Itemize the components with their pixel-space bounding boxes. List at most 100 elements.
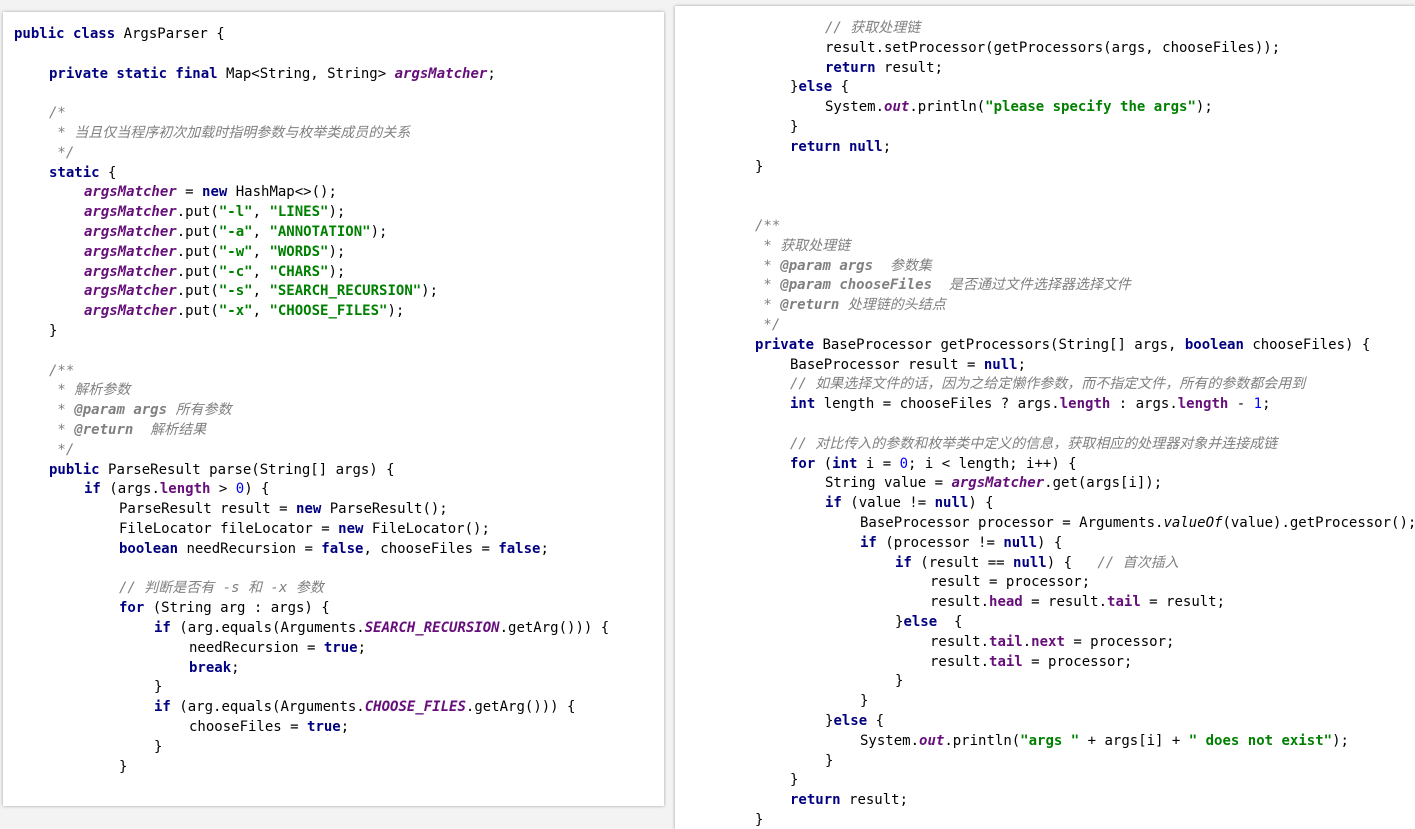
code-token: out [919,732,945,749]
code-token: @param [780,257,840,274]
code-line: */ [49,143,74,163]
code-token: needRecursion = [189,639,324,656]
code-token: } [790,119,799,135]
code-line: return null; [790,137,891,157]
code-token: new [296,501,330,518]
code-token: } [154,738,163,755]
code-token: "please specify the args" [985,99,1196,116]
code-token: ); [387,303,405,320]
code-line: argsMatcher.put("-a", "ANNOTATION"); [84,222,387,242]
code-line: BaseProcessor processor = Arguments.valu… [860,513,1415,533]
code-token: > [210,481,236,498]
code-token: ; [231,659,240,676]
code-line: } [895,671,903,691]
code-token: /** [49,362,75,379]
code-line: private BaseProcessor getProcessors(Stri… [755,335,1370,355]
code-token: .put( [176,263,219,280]
code-token: ; [882,138,892,155]
code-token: int [832,455,866,472]
code-line: /** [49,361,74,381]
code-line: // 对比传入的参数和枚举类中定义的信息，获取相应的处理器对象并连接成链 [790,434,1277,454]
code-token: "WORDS" [269,243,329,260]
code-token: * [755,297,781,314]
code-token: * [49,422,75,438]
code-token: out [884,99,910,116]
code-token: args [133,402,168,419]
code-token: , [252,283,270,300]
code-token: * [755,277,781,294]
code-token: if [895,554,921,571]
code-token: " does not exist" [1188,732,1333,749]
code-token: needRecursion = [186,540,322,557]
code-line: } [790,117,798,137]
code-line: // 判断是否有 -s 和 -x 参数 [119,578,324,598]
code-token: "CHARS" [269,263,329,280]
code-token: if [154,620,180,636]
code-token: argsMatcher [84,224,177,240]
code-token: next [1031,633,1065,650]
code-token: null [983,356,1018,373]
code-token: ); [328,263,346,280]
code-line: for (int i = 0; i < length; i++) { [790,454,1077,474]
code-line: * @param args 参数集 [755,256,932,276]
code-token: return null [790,138,883,155]
code-token: argsMatcher [394,65,488,82]
code-line: * @param chooseFiles 是否通过文件选择器选择文件 [755,275,1130,295]
code-token: "-l" [218,204,253,221]
code-token: "LINES" [269,204,329,221]
code-line: } [154,737,162,757]
code-token: args [839,257,874,274]
code-token: true [307,719,341,735]
code-token: String value = [825,475,952,492]
code-token: length [1059,396,1111,413]
code-token: 参数集 [873,257,932,274]
code-line: * @return 解析结果 [49,420,206,440]
code-token: ; [1017,356,1027,373]
code-line: if (result == null) { // 首次插入 [895,553,1179,573]
code-token: (arg.equals(Arguments. [179,620,365,636]
code-token: tail [989,633,1023,650]
code-token: } [895,673,904,690]
code-token: argsMatcher [84,283,177,300]
code-line: if (value != null) { [825,493,994,513]
code-token: , [252,224,270,240]
code-token: Map<String, String> [226,65,395,82]
code-token: } [119,758,128,775]
code-line: if (args.length > 0) { [84,479,269,499]
code-token: result.setProcessor(getProcessors(args, … [825,39,1281,56]
code-token: chooseFiles = [189,719,308,735]
code-token: result; [849,792,909,809]
code-token: 处理链的头结点 [839,297,946,314]
code-token: "-c" [218,263,253,280]
code-token: * [755,257,781,274]
code-token: 0 [899,455,909,472]
code-token: if [154,699,180,716]
code-line: /* [49,103,66,123]
code-line: /** [755,216,780,236]
code-token: null [1013,554,1047,571]
code-token: @param [780,277,840,294]
code-token: , [252,303,270,320]
code-token: /* [49,105,66,122]
code-token: * [49,402,75,419]
code-token: argsMatcher [84,184,177,201]
code-token: } [49,323,58,339]
code-token: SEARCH_RECURSION [364,620,500,636]
code-token: for [790,455,824,472]
code-token: } [825,752,834,769]
code-token: HashMap<>(); [235,184,337,201]
code-line: if (processor != null) { [860,533,1062,553]
code-line: argsMatcher.put("-l", "LINES"); [84,202,345,222]
code-token: */ [49,441,75,458]
code-line: BaseProcessor result = null; [790,355,1026,375]
code-token: , [252,204,270,221]
code-token: ); [421,283,439,300]
code-token: = result; [1140,594,1226,611]
code-token: } [860,693,869,710]
code-token: @param [74,402,134,419]
code-line: result.head = result.tail = result; [930,592,1225,612]
code-token: ; [487,65,496,82]
code-line: if (arg.equals(Arguments.SEARCH_RECURSIO… [154,618,609,638]
code-token: ) { [968,495,994,512]
code-token: static [49,164,109,181]
